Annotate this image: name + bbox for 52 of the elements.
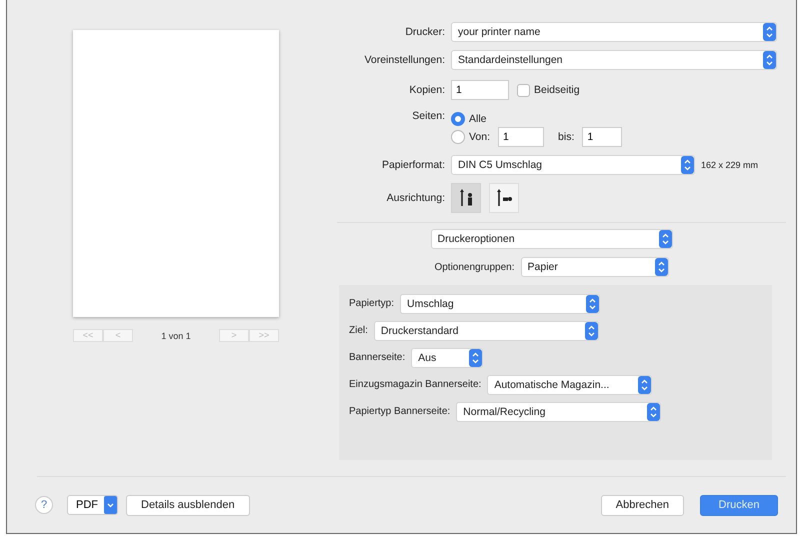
copies-field[interactable]: 1 bbox=[451, 80, 509, 100]
field-label: Einzugsmagazin Bannerseite: bbox=[349, 379, 482, 390]
option-groups-popup[interactable]: Papier bbox=[520, 257, 669, 277]
landscape-orientation-icon bbox=[494, 188, 514, 208]
chevron-down-icon bbox=[104, 496, 117, 514]
details-button[interactable]: Details ausblenden bbox=[126, 494, 250, 516]
field-label: Kopien: bbox=[408, 84, 446, 96]
to-page-field[interactable]: 1 bbox=[582, 127, 622, 147]
page-indicator: 1 von 1 bbox=[161, 330, 191, 340]
stepper-icon bbox=[647, 402, 660, 420]
field-label: Drucker: bbox=[404, 26, 446, 38]
radio-button[interactable] bbox=[451, 130, 465, 144]
checkbox-label: Beidseitig bbox=[534, 84, 580, 96]
paper-dimensions: 162 x 229 mm bbox=[701, 160, 758, 170]
paper-size-popup[interactable]: DIN C5 Umschlag bbox=[451, 155, 695, 175]
help-button[interactable]: ? bbox=[35, 496, 53, 514]
field-label: Papiertyp Bannerseite: bbox=[349, 406, 452, 417]
field-label: Papiertyp: bbox=[349, 298, 396, 309]
pdf-menu-button[interactable]: PDF bbox=[67, 495, 118, 515]
orientation-button[interactable] bbox=[489, 183, 519, 213]
radio-label: Alle bbox=[469, 113, 487, 125]
field-label: Voreinstellungen: bbox=[363, 54, 446, 66]
stepper-icon bbox=[658, 230, 672, 248]
stepper-icon bbox=[654, 258, 668, 276]
presets-popup[interactable]: Standardeinstellungen bbox=[451, 50, 777, 70]
option-popup[interactable]: Druckerstandard bbox=[374, 320, 599, 340]
field-label: bis: bbox=[558, 131, 574, 143]
option-popup[interactable]: Normal/Recycling bbox=[456, 402, 662, 422]
cancel-button[interactable]: Abbrechen bbox=[600, 494, 684, 516]
printer-popup[interactable]: your printer name bbox=[451, 22, 777, 42]
stepper-icon bbox=[469, 348, 482, 366]
section-popup[interactable]: Druckeroptionen bbox=[430, 229, 672, 249]
stepper-icon bbox=[681, 156, 694, 174]
stepper-icon bbox=[763, 51, 776, 69]
option-popup[interactable]: Automatische Magazin... bbox=[487, 374, 652, 394]
stepper-icon bbox=[763, 23, 776, 41]
radio-label: Von: bbox=[469, 131, 490, 143]
option-popup[interactable]: Aus bbox=[411, 348, 484, 368]
field-label: Seiten: bbox=[411, 109, 446, 122]
from-page-field[interactable]: 1 bbox=[498, 127, 544, 147]
duplex-checkbox[interactable] bbox=[517, 84, 530, 96]
stepper-icon bbox=[638, 376, 652, 394]
stepper-icon bbox=[586, 294, 600, 312]
orientation-button[interactable] bbox=[451, 183, 481, 213]
field-label: Optionengruppen: bbox=[434, 262, 515, 272]
field-label: Ausrichtung: bbox=[386, 192, 446, 204]
option-popup[interactable]: Umschlag bbox=[400, 294, 600, 314]
field-label: Ziel: bbox=[349, 325, 369, 336]
field-label: Papierformat: bbox=[380, 159, 446, 171]
stepper-icon bbox=[584, 322, 598, 340]
radio-button[interactable] bbox=[451, 112, 465, 126]
field-label: Bannerseite: bbox=[349, 352, 406, 363]
